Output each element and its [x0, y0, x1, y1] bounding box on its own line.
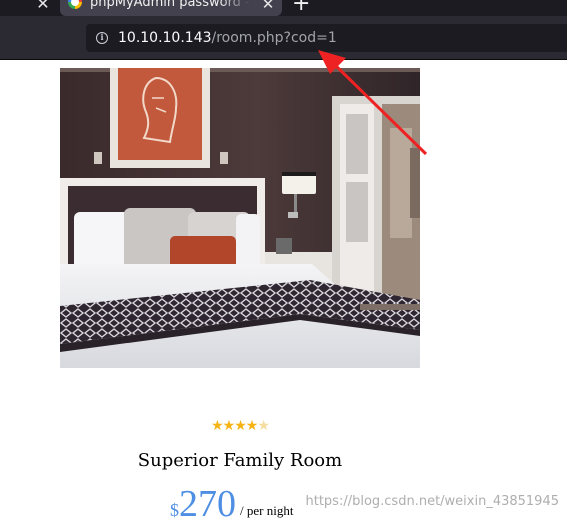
- url-host: 10.10.10.143: [118, 30, 212, 46]
- star-rating: ★★★★★: [60, 418, 420, 434]
- navigation-toolbar: i 10.10.10.143/room.php?cod=1: [0, 16, 567, 60]
- room-photo: [60, 68, 420, 368]
- google-favicon-icon: [68, 0, 82, 9]
- star-filled-icon: ★: [211, 418, 224, 434]
- tab-close-icon[interactable]: ✕: [260, 0, 276, 13]
- star-filled-icon: ★: [234, 418, 247, 434]
- tab-title: phpMyAdmin password -: [90, 0, 250, 12]
- room-name: Superior Family Room: [137, 450, 343, 471]
- star-filled-icon: ★: [245, 418, 259, 434]
- price-currency: $: [170, 500, 179, 520]
- url-text[interactable]: 10.10.10.143/room.php?cod=1: [118, 29, 337, 47]
- url-path: /room.php?cod=1: [211, 30, 337, 46]
- new-tab-button[interactable]: +: [292, 0, 310, 15]
- address-bar[interactable]: i 10.10.10.143/room.php?cod=1: [86, 24, 567, 52]
- watermark-text: https://blog.csdn.net/weixin_43851945: [305, 494, 559, 509]
- active-tab[interactable]: phpMyAdmin password - ✕: [60, 0, 282, 16]
- price-amount: 270: [179, 483, 236, 522]
- page-content: ★★★★★ Superior Family Room $270/ per nig…: [0, 60, 567, 522]
- room-card: ★★★★★ Superior Family Room $270/ per nig…: [60, 68, 420, 522]
- room-price: $270 / per night: [170, 482, 293, 522]
- star-empty-icon: ★: [257, 418, 270, 434]
- tab-strip: ✕ phpMyAdmin password - ✕ +: [0, 0, 567, 16]
- previous-tab-close-icon[interactable]: ✕: [34, 0, 52, 13]
- star-filled-icon: ★: [222, 418, 236, 434]
- price-unit: / per night: [240, 503, 294, 518]
- info-icon[interactable]: i: [96, 32, 108, 44]
